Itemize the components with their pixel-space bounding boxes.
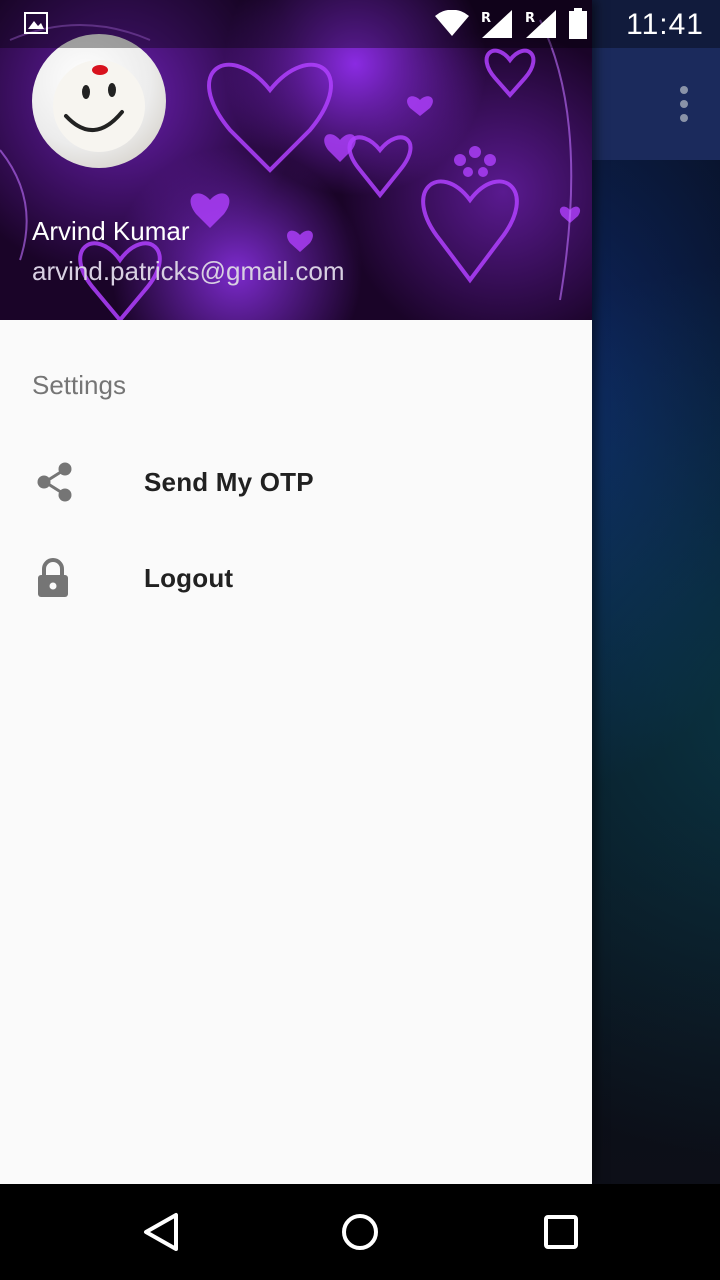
- status-bar: R R 11:41: [0, 0, 720, 48]
- cell-signal-icon-1: R: [481, 10, 512, 38]
- share-icon: [37, 462, 72, 502]
- home-button[interactable]: [340, 1212, 380, 1252]
- system-navigation-bar: [0, 1184, 720, 1280]
- cell-signal-icon-2: R: [525, 10, 556, 38]
- menu-item-send-otp[interactable]: Send My OTP: [0, 434, 592, 530]
- image-notification-icon: [24, 12, 48, 34]
- drawer-header: Arvind Kumar arvind.patricks@gmail.com: [0, 0, 592, 320]
- battery-icon: [569, 8, 587, 39]
- user-name: Arvind Kumar: [32, 216, 190, 246]
- lock-icon: [38, 558, 68, 597]
- clock: 11:41: [626, 8, 704, 41]
- more-options-icon[interactable]: [676, 86, 692, 122]
- section-title-settings: Settings: [32, 370, 126, 400]
- svg-text:R: R: [525, 11, 535, 26]
- avatar[interactable]: [32, 34, 166, 168]
- recents-button[interactable]: [543, 1212, 579, 1252]
- smiley-face-icon: [53, 60, 145, 152]
- back-button[interactable]: [142, 1212, 180, 1252]
- wifi-icon: [435, 10, 469, 36]
- menu-item-label: Logout: [144, 562, 234, 593]
- menu-item-logout[interactable]: Logout: [0, 530, 592, 626]
- menu-item-label: Send My OTP: [144, 466, 314, 497]
- navigation-drawer: Arvind Kumar arvind.patricks@gmail.com S…: [0, 0, 592, 1184]
- svg-text:R: R: [481, 11, 491, 26]
- user-email: arvind.patricks@gmail.com: [32, 256, 345, 286]
